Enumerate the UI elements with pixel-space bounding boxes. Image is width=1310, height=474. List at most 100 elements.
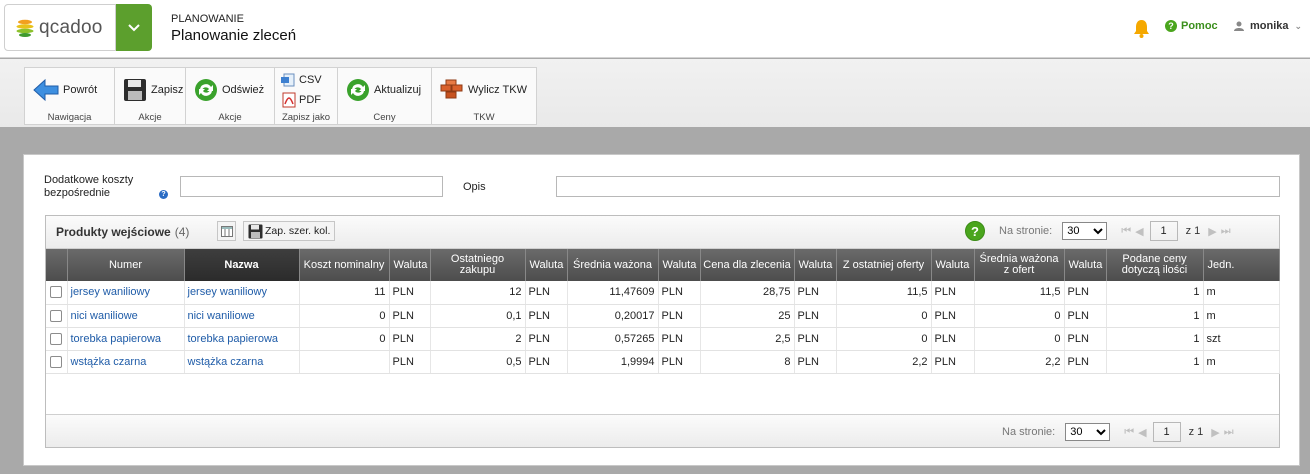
page-count: z 1 — [1188, 426, 1204, 438]
col-last-offer[interactable]: Z ostatniej oferty — [836, 249, 932, 281]
row-checkbox[interactable] — [50, 332, 63, 345]
unit-cell: m — [1203, 350, 1280, 374]
value-cell: 12 — [430, 281, 526, 305]
save-column-widths-button[interactable]: Zap. szer. kol. — [243, 221, 336, 241]
ribbon-group-export: CSV PDF Zapisz jako — [275, 68, 338, 124]
col-name[interactable]: Nazwa — [184, 249, 300, 281]
group-label-navigation: Nawigacja — [47, 112, 92, 123]
col-unit[interactable]: Jedn. — [1203, 249, 1280, 281]
product-name-link[interactable]: jersey waniliowy — [188, 286, 267, 298]
refresh-icon — [347, 79, 369, 101]
col-currency[interactable]: Waluta — [658, 249, 701, 281]
row-checkbox[interactable] — [50, 355, 63, 368]
logo[interactable]: qcadoo — [4, 4, 116, 51]
help-question-icon[interactable]: ? — [159, 190, 169, 199]
table-row[interactable]: nici waniliowe nici waniliowe 0 PLN 0,1 PLN 0,… — [46, 304, 1280, 328]
col-order-price[interactable]: Cena dla zlecenia — [700, 249, 795, 281]
product-number-link[interactable]: nici waniliowe — [71, 310, 138, 322]
per-page-select[interactable]: 30 — [1065, 423, 1111, 441]
pdf-label: PDF — [299, 94, 321, 106]
value-cell: 0,20017 — [567, 304, 659, 328]
update-prices-button[interactable]: Aktualizuj — [338, 68, 429, 112]
col-weighted-average[interactable]: Średnia ważona — [567, 249, 659, 281]
currency-cell: PLN — [658, 281, 701, 305]
col-select[interactable] — [46, 249, 68, 281]
table-row[interactable]: wstążka czarna wstążka czarna PLN 0,5 PLN 1,9… — [46, 350, 1280, 374]
floppy-disk-icon — [124, 79, 146, 101]
back-button-label: Powrót — [63, 84, 98, 96]
col-currency[interactable]: Waluta — [389, 249, 431, 281]
currency-cell: PLN — [794, 327, 837, 351]
currency-cell: PLN — [931, 281, 975, 305]
refresh-button[interactable]: Odśwież — [186, 68, 272, 112]
save-button[interactable]: Zapisz — [115, 68, 191, 112]
currency-cell: PLN — [658, 327, 701, 351]
col-nominal-cost[interactable]: Koszt nominalny — [299, 249, 390, 281]
currency-cell: PLN — [389, 350, 431, 374]
module-name: PLANOWANIE — [171, 13, 244, 25]
col-weighted-offers[interactable]: Średnia ważona z ofert — [974, 249, 1065, 281]
grid-help-icon[interactable]: ? — [965, 221, 985, 241]
user-icon — [1234, 21, 1244, 31]
page-number-input[interactable]: 1 — [1152, 422, 1181, 442]
row-checkbox[interactable] — [50, 286, 63, 299]
col-last-purchase[interactable]: Ostatniego zakupu — [430, 249, 526, 281]
next-page-icon[interactable]: ▶ — [1211, 426, 1219, 439]
product-name-link[interactable]: nici waniliowe — [188, 310, 255, 322]
page-number-input[interactable]: 1 — [1149, 221, 1178, 241]
back-button[interactable]: Powrót — [25, 68, 105, 112]
currency-cell: PLN — [389, 304, 431, 328]
row-select-cell — [46, 327, 68, 351]
column-chooser-button[interactable] — [217, 221, 236, 241]
table-row[interactable]: jersey waniliowy jersey waniliowy 11 PLN 12 P… — [46, 281, 1280, 305]
bricks-icon — [440, 79, 463, 99]
pdf-file-icon — [282, 92, 296, 108]
calculate-tkw-button[interactable]: Wylicz TKW — [432, 68, 535, 112]
next-page-icon[interactable]: ▶ — [1208, 225, 1216, 238]
col-price-quantity[interactable]: Podane ceny dotyczą ilości — [1106, 249, 1204, 281]
qcadoo-logo-icon — [16, 19, 34, 37]
currency-cell: PLN — [525, 304, 568, 328]
product-number-link[interactable]: torebka papierowa — [71, 333, 162, 345]
col-currency[interactable]: Waluta — [931, 249, 975, 281]
currency-cell: PLN — [794, 281, 837, 305]
prev-page-icon[interactable]: ◀ — [1135, 225, 1143, 238]
per-page-select[interactable]: 30 — [1062, 222, 1108, 240]
product-number-link[interactable]: jersey waniliowy — [71, 286, 150, 298]
user-menu[interactable]: monika ⌄ — [1234, 20, 1302, 32]
product-number-link[interactable]: wstążka czarna — [71, 356, 147, 368]
value-cell: 1 — [1106, 281, 1204, 305]
col-currency[interactable]: Waluta — [1064, 249, 1107, 281]
last-page-icon[interactable]: ⏭ — [1221, 225, 1231, 238]
table-header-row: Numer Nazwa Koszt nominalny Waluta Ostat… — [46, 249, 1280, 281]
unit-cell: szt — [1203, 327, 1280, 351]
table-row[interactable]: torebka papierowa torebka papierowa 0 PLN 2 P… — [46, 327, 1280, 351]
last-page-icon[interactable]: ⏭ — [1224, 426, 1234, 439]
help-label: Pomoc — [1181, 20, 1218, 32]
value-cell: 11 — [299, 281, 390, 305]
export-csv-button[interactable]: CSV — [281, 70, 322, 90]
currency-cell: PLN — [658, 350, 701, 374]
export-pdf-button[interactable]: PDF — [281, 90, 322, 110]
row-checkbox[interactable] — [50, 309, 63, 322]
value-cell: 0 — [299, 304, 390, 328]
description-input[interactable] — [556, 176, 1280, 197]
col-number[interactable]: Numer — [67, 249, 185, 281]
first-page-icon[interactable]: ⏮ — [1121, 225, 1131, 238]
save-button-label: Zapisz — [151, 84, 184, 96]
notification-bell-icon[interactable] — [1133, 19, 1150, 38]
help-link[interactable]: ? Pomoc — [1165, 20, 1218, 32]
main-menu-toggle[interactable] — [116, 4, 152, 51]
prev-page-icon[interactable]: ◀ — [1138, 426, 1146, 439]
first-page-icon[interactable]: ⏮ — [1124, 426, 1134, 439]
grid-title-text: Produkty wejściowe — [56, 225, 171, 239]
col-currency[interactable]: Waluta — [525, 249, 568, 281]
unit-cell: m — [1203, 304, 1280, 328]
value-cell: 2,2 — [974, 350, 1065, 374]
product-name-link[interactable]: wstążka czarna — [188, 356, 264, 368]
grid-header-bar: Produkty wejściowe(4) Zap. szer. kol. ? — [46, 216, 1279, 249]
product-name-link[interactable]: torebka papierowa — [188, 333, 279, 345]
group-label-export: Zapisz jako — [281, 112, 331, 123]
additional-costs-input[interactable] — [180, 176, 443, 197]
col-currency[interactable]: Waluta — [794, 249, 837, 281]
